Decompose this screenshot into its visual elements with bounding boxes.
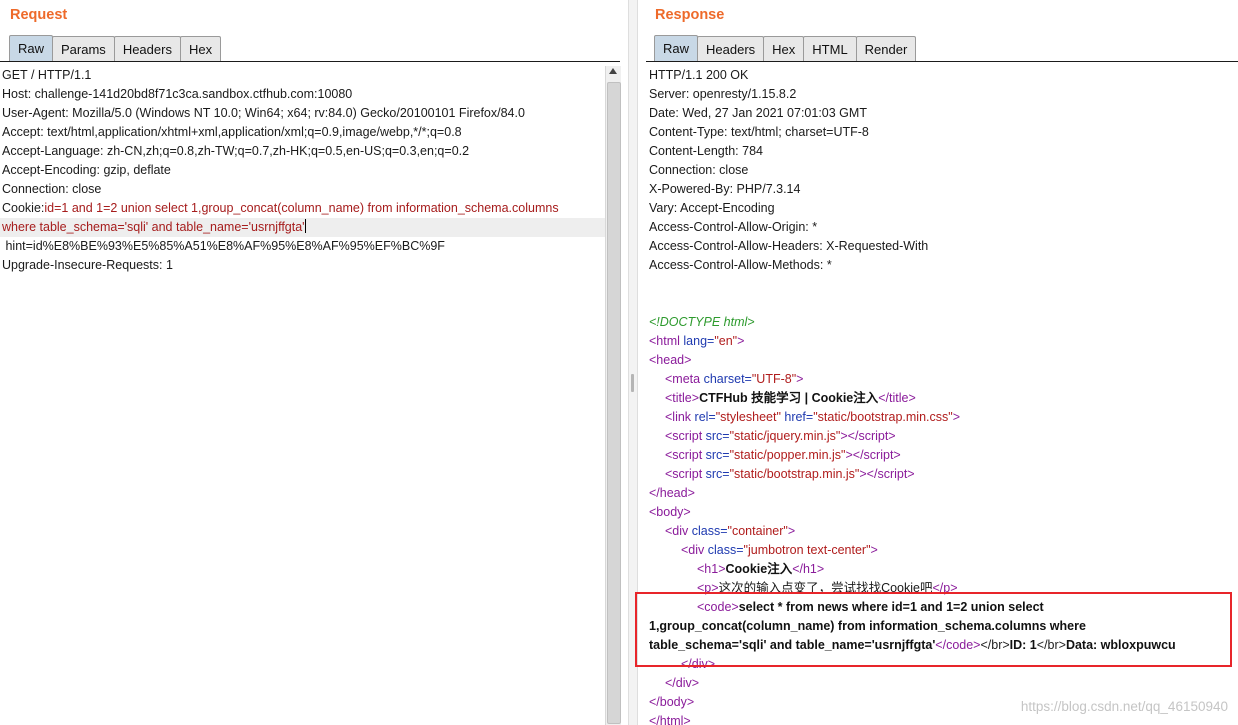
charset-value: "UTF-8" bbox=[751, 372, 797, 386]
request-tab-raw[interactable]: Raw bbox=[9, 35, 54, 62]
response-tab-divider bbox=[646, 61, 1238, 62]
response-tabs: Raw Headers Hex HTML Render bbox=[654, 35, 917, 62]
request-panel: Request Raw Params Headers Hex GET / HTT… bbox=[0, 0, 622, 725]
script-line: <script src="static/jquery.min.js"></scr… bbox=[665, 429, 896, 443]
request-tab-headers[interactable]: Headers bbox=[113, 36, 181, 62]
response-header-line: Connection: close bbox=[649, 163, 749, 177]
response-tab-headers[interactable]: Headers bbox=[697, 36, 765, 62]
response-header-line: X-Powered-By: PHP/7.3.14 bbox=[649, 182, 801, 196]
page-title-text: CTFHub 技能学习 | Cookie注入 bbox=[699, 391, 879, 405]
request-line: Accept-Language: zh-CN,zh;q=0.8,zh-TW;q=… bbox=[2, 144, 470, 158]
cookie-injection-payload-cont: where table_schema='sqli' and table_name… bbox=[2, 220, 305, 234]
highlight-annotation-box bbox=[635, 592, 1232, 667]
scroll-thumb[interactable] bbox=[607, 82, 621, 724]
script-src-value: "static/bootstrap.min.js" bbox=[729, 467, 860, 481]
request-line: Accept-Encoding: gzip, deflate bbox=[2, 163, 171, 177]
request-title: Request bbox=[10, 7, 68, 23]
response-header-line: Access-Control-Allow-Origin: * bbox=[649, 220, 818, 234]
response-title: Response bbox=[655, 7, 725, 23]
cookie-header-name: Cookie: bbox=[2, 201, 45, 215]
link-line: <link rel="stylesheet" href="static/boot… bbox=[665, 410, 960, 424]
response-tab-raw[interactable]: Raw bbox=[654, 35, 699, 62]
response-header-line: Access-Control-Allow-Methods: * bbox=[649, 258, 832, 272]
request-line: Host: challenge-141d20bd8f71c3ca.sandbox… bbox=[2, 87, 353, 101]
cookie-line-continued: where table_schema='sqli' and table_name… bbox=[0, 218, 605, 237]
doctype-line: <!DOCTYPE html> bbox=[649, 315, 755, 329]
request-line: Accept: text/html,application/xhtml+xml,… bbox=[2, 125, 462, 139]
script-src-value: "static/jquery.min.js" bbox=[729, 429, 841, 443]
response-header-line: Content-Type: text/html; charset=UTF-8 bbox=[649, 125, 869, 139]
request-line: User-Agent: Mozilla/5.0 (Windows NT 10.0… bbox=[2, 106, 525, 120]
response-tab-html[interactable]: HTML bbox=[803, 36, 857, 62]
request-line: Upgrade-Insecure-Requests: 1 bbox=[2, 258, 173, 272]
response-header-line: Vary: Accept-Encoding bbox=[649, 201, 775, 215]
head-close-line: </head> bbox=[649, 486, 695, 500]
cookie-line: Cookie:id=1 and 1=2 union select 1,group… bbox=[0, 199, 605, 218]
request-tab-params[interactable]: Params bbox=[52, 36, 115, 62]
response-tab-render[interactable]: Render bbox=[855, 36, 917, 62]
script-src-value: "static/popper.min.js" bbox=[729, 448, 846, 462]
html-open-line: <html lang="en"> bbox=[649, 334, 745, 348]
css-href-value: "static/bootstrap.min.css" bbox=[813, 410, 953, 424]
cookie-injection-payload: id=1 and 1=2 union select 1,group_concat… bbox=[44, 201, 559, 215]
watermark: https://blog.csdn.net/qq_46150940 bbox=[1020, 699, 1228, 714]
title-line: <title>CTFHub 技能学习 | Cookie注入</title> bbox=[665, 391, 916, 405]
response-header-line: Access-Control-Allow-Headers: X-Requeste… bbox=[649, 239, 929, 253]
body-open-line: <body> bbox=[649, 505, 691, 519]
head-open-line: <head> bbox=[649, 353, 692, 367]
text-caret bbox=[304, 219, 306, 233]
jumbotron-class-value: "jumbotron text-center" bbox=[743, 543, 871, 557]
response-tab-hex[interactable]: Hex bbox=[763, 36, 805, 62]
request-tab-hex[interactable]: Hex bbox=[179, 36, 222, 62]
script-line: <script src="static/popper.min.js"></scr… bbox=[665, 448, 901, 462]
container-class-value: "container" bbox=[727, 524, 788, 538]
container-div-line: <div class="container"> bbox=[665, 524, 796, 538]
response-header-line: Date: Wed, 27 Jan 2021 07:01:03 GMT bbox=[649, 106, 867, 120]
response-header-line: Server: openresty/1.15.8.2 bbox=[649, 87, 797, 101]
response-header-line: HTTP/1.1 200 OK bbox=[649, 68, 749, 82]
meta-line: <meta charset="UTF-8"> bbox=[665, 372, 804, 386]
scroll-up-arrow-icon[interactable] bbox=[609, 68, 617, 74]
h1-text: Cookie注入 bbox=[725, 562, 793, 576]
response-header-line: Content-Length: 784 bbox=[649, 144, 763, 158]
script-line: <script src="static/bootstrap.min.js"></… bbox=[665, 467, 915, 481]
splitter-grip-icon[interactable] bbox=[631, 374, 634, 392]
div-close-line: </div> bbox=[665, 676, 700, 690]
request-line: hint=id%E8%BE%93%E5%85%A51%E8%AF%95%E8%A… bbox=[2, 239, 445, 253]
request-line: Connection: close bbox=[2, 182, 102, 196]
request-editor[interactable]: GET / HTTP/1.1 Host: challenge-141d20bd8… bbox=[0, 66, 605, 725]
jumbotron-div-line: <div class="jumbotron text-center"> bbox=[681, 543, 878, 557]
request-scrollbar[interactable] bbox=[605, 66, 621, 725]
lang-value: "en" bbox=[714, 334, 738, 348]
request-tab-divider bbox=[0, 61, 620, 62]
request-tabs: Raw Params Headers Hex bbox=[9, 35, 222, 62]
rel-value: "stylesheet" bbox=[715, 410, 781, 424]
h1-line: <h1>Cookie注入</h1> bbox=[697, 562, 825, 576]
request-line: GET / HTTP/1.1 bbox=[2, 68, 92, 82]
